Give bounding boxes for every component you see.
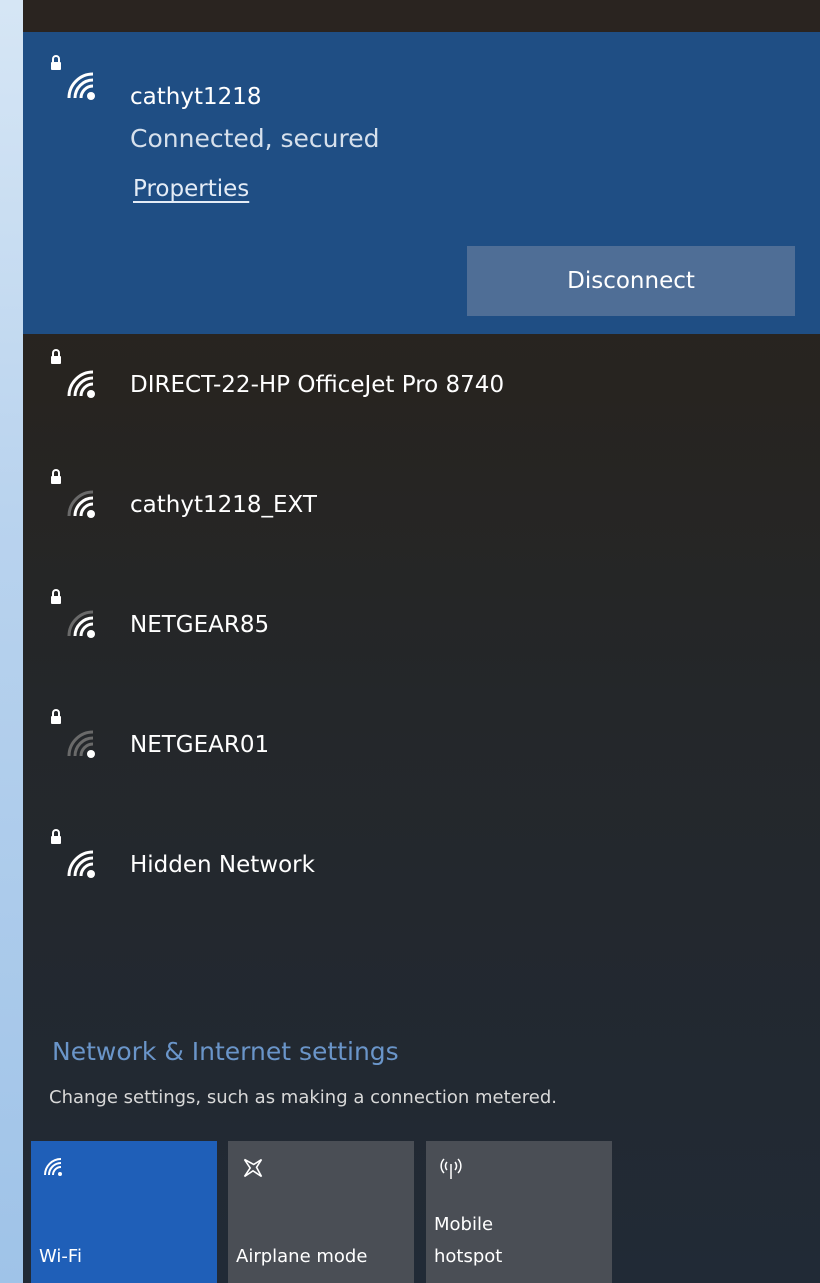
network-item[interactable]: NETGEAR01	[23, 694, 820, 804]
connection-status: Connected, secured	[130, 124, 380, 153]
network-item[interactable]: cathyt1218_EXT	[23, 454, 820, 564]
network-name: NETGEAR85	[130, 612, 270, 638]
network-item[interactable]: DIRECT-22-HP OfficeJet Pro 8740	[23, 334, 820, 444]
network-name: Hidden Network	[130, 852, 315, 878]
mobile-hotspot-tile[interactable]: Mobile hotspot	[426, 1141, 612, 1283]
secured-wifi-icon	[47, 588, 111, 652]
secured-wifi-icon	[47, 468, 111, 532]
secured-wifi-icon	[47, 708, 111, 772]
network-name: NETGEAR01	[130, 732, 270, 758]
connected-network-name: cathyt1218	[130, 84, 262, 110]
wifi-flyout-panel: cathyt1218 Connected, secured Properties…	[23, 0, 820, 1283]
wifi-tile-label: Wi-Fi	[39, 1246, 82, 1267]
wifi-icon	[41, 1153, 69, 1187]
network-settings-link[interactable]: Network & Internet settings	[52, 1034, 399, 1070]
network-item[interactable]: NETGEAR85	[23, 574, 820, 684]
secured-wifi-icon	[47, 828, 111, 892]
network-name: cathyt1218_EXT	[130, 492, 317, 518]
network-item[interactable]: Hidden Network	[23, 814, 820, 924]
airplane-tile-label: Airplane mode	[236, 1246, 368, 1267]
network-name: DIRECT-22-HP OfficeJet Pro 8740	[130, 372, 505, 398]
connected-network-item[interactable]: cathyt1218 Connected, secured Properties…	[23, 32, 820, 334]
secured-wifi-icon	[47, 348, 111, 412]
properties-link[interactable]: Properties	[133, 172, 249, 206]
hotspot-icon	[436, 1153, 466, 1189]
wifi-toggle-tile[interactable]: Wi-Fi	[31, 1141, 217, 1283]
hotspot-tile-label-line2: hotspot	[434, 1246, 503, 1267]
network-settings-description: Change settings, such as making a connec…	[49, 1087, 557, 1108]
disconnect-button[interactable]: Disconnect	[467, 246, 795, 316]
airplane-icon	[238, 1153, 268, 1189]
airplane-mode-tile[interactable]: Airplane mode	[228, 1141, 414, 1283]
secured-wifi-icon	[47, 54, 111, 118]
hotspot-tile-label-line1: Mobile	[434, 1214, 494, 1235]
